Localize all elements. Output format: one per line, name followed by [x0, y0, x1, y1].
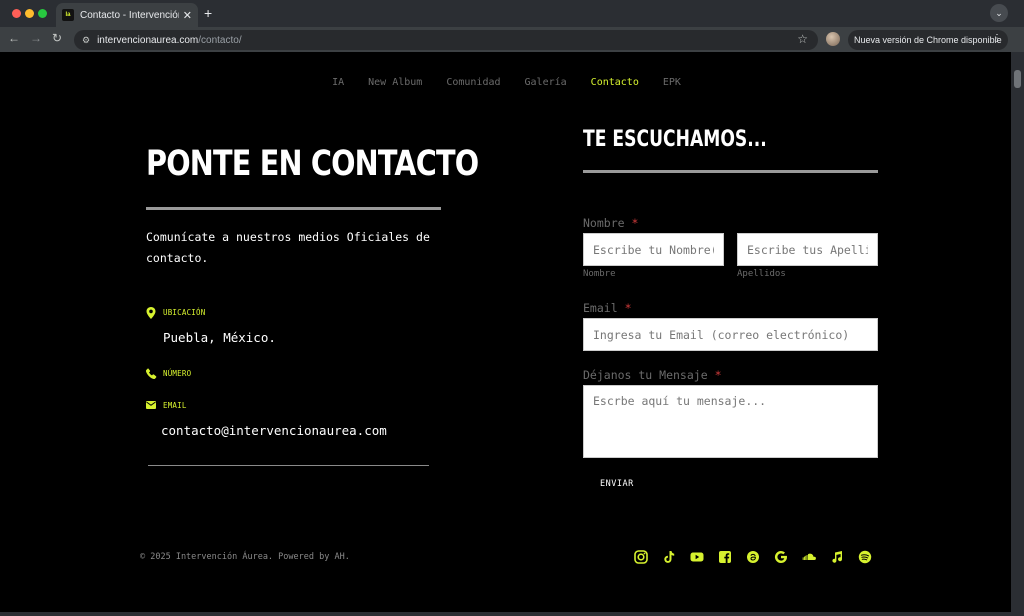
divider	[146, 207, 441, 210]
contact-intro: Comunícate a nuestros medios Oficiales d…	[146, 230, 430, 265]
tab-title: Contacto - Intervención Áurea	[80, 9, 179, 21]
last-name-input[interactable]	[737, 233, 878, 266]
email-input[interactable]	[583, 318, 878, 351]
nav-link-galeria[interactable]: Galería	[525, 77, 567, 88]
profile-avatar[interactable]	[826, 32, 840, 46]
email-link[interactable]: contacto@intervencionaurea.com	[161, 423, 387, 438]
close-window-button[interactable]	[12, 9, 21, 18]
social-links	[633, 549, 873, 565]
update-text: Nueva versión de Chrome disponible	[854, 35, 1002, 45]
tiktok-icon[interactable]	[661, 549, 677, 565]
bookmark-star-icon[interactable]: ☆	[797, 32, 808, 46]
phone-icon	[145, 368, 157, 382]
page-content: IA New Album Comunidad Galería Contacto …	[0, 52, 1011, 612]
reload-icon[interactable]: ↻	[52, 31, 62, 45]
page-scrollbar[interactable]	[1011, 52, 1024, 616]
site-nav: IA New Album Comunidad Galería Contacto …	[0, 77, 1011, 88]
site-settings-icon[interactable]: ⚙	[82, 35, 90, 46]
message-textarea[interactable]	[583, 385, 878, 458]
kebab-menu-icon[interactable]: ⋮	[992, 33, 1002, 44]
nav-link-ia[interactable]: IA	[332, 77, 344, 88]
email-label: EMAIL	[163, 401, 187, 410]
new-tab-icon[interactable]: +	[204, 5, 212, 21]
browser-toolbar: ← → ↻ ⚙ intervencionaurea.com/contacto/ …	[0, 27, 1024, 52]
threads-icon[interactable]	[745, 549, 761, 565]
nav-link-comunidad[interactable]: Comunidad	[446, 77, 500, 88]
forward-arrow-icon[interactable]: →	[30, 31, 42, 45]
nav-link-epk[interactable]: EPK	[663, 77, 681, 88]
required-mark: *	[631, 216, 639, 230]
location-value: Puebla, México.	[163, 330, 276, 345]
footer-copyright: © 2025 Intervención Áurea. Powered by AH…	[140, 552, 350, 562]
back-arrow-icon[interactable]: ←	[8, 31, 20, 45]
site-favicon-icon: Ia	[62, 9, 74, 21]
location-label: UBICACIÓN	[163, 308, 206, 317]
name-field-label: Nombre *	[583, 216, 639, 230]
divider-bottom	[148, 465, 429, 466]
message-field-label: Déjanos tu Mensaje *	[583, 368, 722, 382]
spotify-icon[interactable]	[857, 549, 873, 565]
first-name-input[interactable]	[583, 233, 724, 266]
browser-tab-bar: Ia Contacto - Intervención Áurea ✕ + ⌄	[0, 0, 1024, 27]
email-field-label: Email *	[583, 301, 632, 315]
instagram-icon[interactable]	[633, 549, 649, 565]
envelope-icon	[146, 401, 156, 412]
google-icon[interactable]	[773, 549, 789, 565]
send-button[interactable]: ENVIAR	[600, 479, 634, 489]
phone-label: NÚMERO	[163, 369, 192, 378]
soundcloud-icon[interactable]	[801, 549, 817, 565]
facebook-icon[interactable]	[717, 549, 733, 565]
address-bar[interactable]: ⚙ intervencionaurea.com/contacto/ ☆	[74, 30, 818, 50]
maximize-window-button[interactable]	[38, 9, 47, 18]
url-host: intervencionaurea.com	[97, 34, 199, 46]
nav-link-contacto[interactable]: Contacto	[591, 77, 639, 88]
url-path: /contacto/	[198, 34, 242, 46]
last-name-sublabel: Apellidos	[737, 269, 786, 279]
contact-heading: PONTE EN CONTACTO	[146, 144, 479, 184]
required-mark: *	[714, 368, 722, 382]
location-pin-icon	[146, 307, 156, 322]
chrome-update-button[interactable]: Nueva versión de Chrome disponible ⋮	[848, 30, 1008, 50]
minimize-window-button[interactable]	[25, 9, 34, 18]
first-name-sublabel: Nombre	[583, 269, 616, 279]
form-divider	[583, 170, 878, 173]
required-mark: *	[624, 301, 632, 315]
browser-tab[interactable]: Ia Contacto - Intervención Áurea ✕	[56, 3, 198, 27]
nav-link-new-album[interactable]: New Album	[368, 77, 422, 88]
form-heading: TE ESCUCHAMOS...	[583, 127, 767, 152]
tab-close-icon[interactable]: ✕	[183, 9, 192, 22]
youtube-icon[interactable]	[689, 549, 705, 565]
tab-search-chevron-down-icon[interactable]: ⌄	[990, 4, 1008, 22]
music-note-icon[interactable]	[829, 549, 845, 565]
scrollbar-thumb[interactable]	[1014, 70, 1021, 88]
